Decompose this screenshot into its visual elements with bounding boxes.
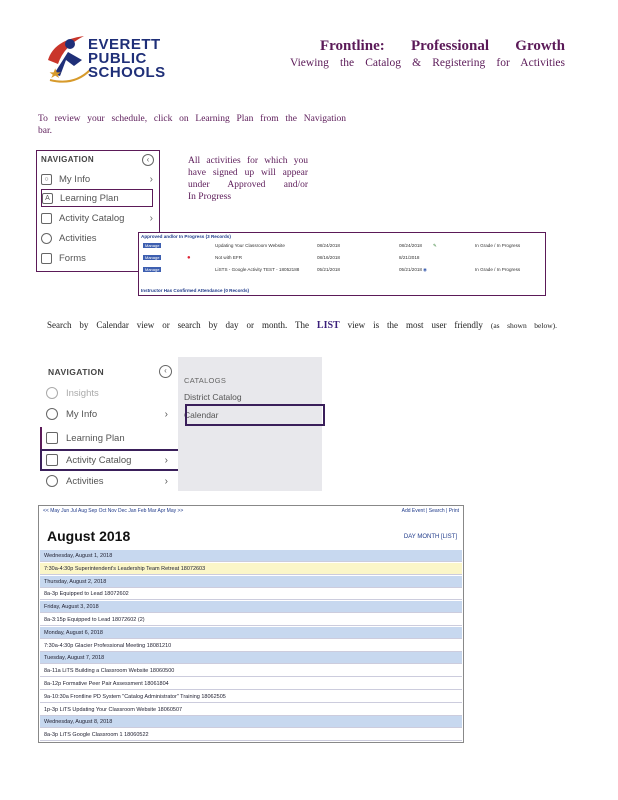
book-icon	[41, 212, 52, 224]
nav-item-activities[interactable]: Activities	[41, 229, 153, 247]
navigation-heading: NAVIGATION	[41, 155, 95, 164]
table-row: Manage ● Not with EFR 08/16/2018 8/21/20…	[143, 255, 420, 261]
calendar-highlight	[185, 404, 325, 426]
manage-button[interactable]: Manage	[143, 267, 162, 272]
manage-button[interactable]: Manage	[143, 243, 162, 248]
event-row[interactable]: 7:30a-4:30p Superintendent's Leadership …	[40, 562, 462, 575]
logo-wordmark: EVERETT PUBLIC SCHOOLS	[88, 36, 166, 81]
district-catalog-link[interactable]: District Catalog	[184, 392, 242, 402]
table-row: Manage Updating Your Classroom Website 0…	[143, 243, 521, 249]
nav-item-activity-catalog[interactable]: Activity Catalog ›	[41, 209, 153, 227]
activity-catalog-highlight	[40, 449, 186, 471]
event-row[interactable]: 8a-3:15p Equipped to Lead 18072602 (2)	[40, 614, 462, 626]
navigation-heading: NAVIGATION	[48, 367, 105, 377]
event-row[interactable]: 7:30a-4:30p Glacier Professional Meeting…	[40, 639, 462, 652]
gear-icon	[41, 232, 52, 244]
event-row[interactable]: 8a-3p LiTS Google Classroom 1 18060522	[40, 729, 462, 742]
chevron-right-icon: ›	[164, 408, 168, 420]
nav-item-learning-plan[interactable]: A Learning Plan	[41, 189, 153, 207]
table-row: Manage LiSTS - Google Activity TEST - 18…	[143, 267, 521, 273]
event-row[interactable]: 1p-3p LiTS Updating Your Classroom Websi…	[40, 703, 462, 716]
calendar-list-screenshot: << May Jun Jul Aug Sep Oct Nov Dec Jan F…	[38, 505, 464, 743]
gear-icon	[46, 475, 58, 487]
chevron-right-icon: ›	[149, 173, 153, 185]
chevron-right-icon: ›	[149, 212, 153, 224]
approved-records-screenshot: Approved and/or In Progress (3 Records) …	[138, 232, 546, 296]
plan-icon: A	[42, 192, 53, 204]
catalogs-heading: CATALOGS	[184, 376, 227, 385]
event-row[interactable]: 8a-3p Equipped to Lead 18072602	[40, 588, 462, 601]
collapse-icon[interactable]: ‹	[142, 154, 154, 166]
manage-button[interactable]: Manage	[143, 255, 162, 260]
day-header-row: Thursday, August 2, 2018	[40, 575, 462, 588]
view-switcher[interactable]: DAY MONTH [LIST]	[404, 534, 457, 540]
list-view-emphasis: LIST	[316, 320, 340, 331]
event-row[interactable]: 8a-12p Formative Peer Pair Assessment 18…	[40, 678, 462, 690]
document-title: Frontline: Professional Growth	[320, 38, 565, 54]
nav-item-my-info[interactable]: My Info ›	[42, 403, 174, 425]
month-navigation[interactable]: << May Jun Jul Aug Sep Oct Nov Dec Jan F…	[43, 508, 183, 514]
info-icon[interactable]: ◉	[423, 267, 427, 273]
nav-item-my-info[interactable]: ○ My Info ›	[41, 170, 153, 188]
chevron-right-icon: ›	[164, 475, 168, 487]
navigation-sidebar: NAVIGATION ‹ Insights My Info › Learning…	[38, 357, 186, 492]
nav-item-activities[interactable]: Activities ›	[42, 470, 174, 492]
calendar-actions[interactable]: Add Event | Search | Print	[402, 508, 459, 514]
day-header-row: Wednesday, August 1, 2018	[40, 550, 462, 562]
day-header-row: Friday, August 3, 2018	[40, 601, 462, 614]
event-row[interactable]: 8a-11a LiTS Building a Classroom Website…	[40, 665, 462, 678]
forms-icon	[41, 252, 52, 264]
records-footer: Instructor Has Confirmed Attendance (0 R…	[141, 288, 250, 293]
day-header-row: Tuesday, August 7, 2018	[40, 652, 462, 665]
calendar-month-title: August 2018	[47, 528, 131, 544]
collapse-icon[interactable]: ‹	[159, 365, 172, 378]
day-header-row: Monday, August 6, 2018	[40, 626, 462, 639]
intro-instruction: To review your schedule, click on Learni…	[38, 114, 346, 136]
bulb-icon	[46, 387, 58, 399]
alert-icon: ●	[187, 255, 191, 261]
person-icon: ○	[41, 173, 52, 185]
person-icon	[46, 408, 58, 420]
edit-icon[interactable]: ✎	[433, 243, 437, 249]
search-instruction: Search by Calendar view or search by day…	[47, 320, 557, 331]
catalog-navigation-screenshot: NAVIGATION ‹ Insights My Info › Learning…	[38, 357, 325, 492]
approved-note: All activities for which you have signed…	[188, 156, 308, 202]
event-row[interactable]: 9a-10:30a Frontline PD System "Catalog A…	[40, 690, 462, 703]
nav-item-learning-plan[interactable]: Learning Plan	[42, 427, 174, 449]
nav-item-insights[interactable]: Insights	[42, 382, 174, 404]
plan-icon	[46, 432, 58, 444]
selected-indicator	[40, 427, 42, 449]
records-header: Approved and/or In Progress (3 Records)	[141, 234, 231, 239]
document-subtitle: Viewing the Catalog & Registering for Ac…	[290, 57, 565, 69]
nav-item-forms[interactable]: Forms	[41, 249, 153, 267]
day-header-row: Wednesday, August 8, 2018	[40, 716, 462, 729]
